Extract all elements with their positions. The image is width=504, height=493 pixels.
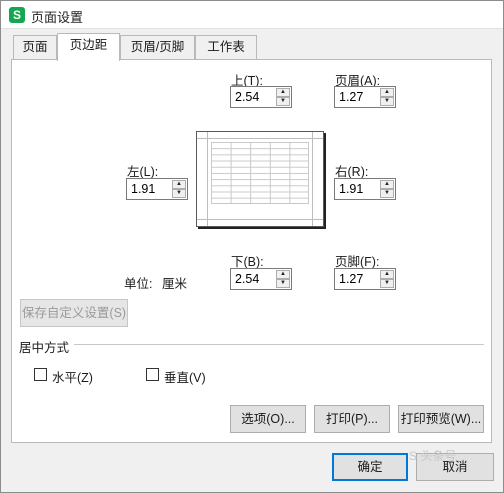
ok-button[interactable]: 确定 — [332, 453, 408, 481]
left-margin-spinner[interactable]: ▲ ▼ — [126, 178, 188, 200]
spin-up-icon[interactable]: ▲ — [276, 270, 290, 279]
wps-app-icon: S — [9, 7, 25, 23]
spin-down-icon[interactable]: ▼ — [172, 189, 186, 198]
left-margin-input[interactable] — [127, 179, 171, 199]
watermark: S 头条号 — [409, 449, 457, 463]
spin-down-icon[interactable]: ▼ — [276, 279, 290, 288]
preview-margin-line — [197, 219, 323, 220]
spin-up-icon[interactable]: ▲ — [380, 88, 394, 97]
margins-panel: 上(T): ▲ ▼ 页眉(A): ▲ ▼ 左(L): ▲ ▼ 右 — [11, 59, 492, 443]
unit-value: 厘米 — [162, 277, 188, 291]
unit-label: 单位: — [124, 277, 153, 291]
print-preview-button[interactable]: 打印预览(W)... — [398, 405, 484, 433]
bottom-margin-input[interactable] — [231, 269, 275, 289]
title-bar: S 页面设置 — [1, 1, 503, 29]
spin-up-icon[interactable]: ▲ — [380, 180, 394, 189]
horizontal-center-label: 水平(Z) — [52, 371, 93, 385]
save-custom-settings-button[interactable]: 保存自定义设置(S) — [20, 299, 128, 327]
tab-header-footer[interactable]: 页眉/页脚 — [120, 35, 195, 59]
preview-margin-line — [197, 138, 323, 139]
header-margin-spinner[interactable]: ▲ ▼ — [334, 86, 396, 108]
tab-margins[interactable]: 页边距 — [57, 33, 120, 61]
spin-down-icon[interactable]: ▼ — [380, 189, 394, 198]
bottom-margin-spinner[interactable]: ▲ ▼ — [230, 268, 292, 290]
centering-section-label: 居中方式 — [19, 341, 70, 355]
page-preview — [196, 131, 324, 227]
spin-up-icon[interactable]: ▲ — [276, 88, 290, 97]
right-margin-input[interactable] — [335, 179, 379, 199]
top-margin-input[interactable] — [231, 87, 275, 107]
footer-margin-spinner[interactable]: ▲ ▼ — [334, 268, 396, 290]
print-button[interactable]: 打印(P)... — [314, 405, 390, 433]
top-margin-spinner[interactable]: ▲ ▼ — [230, 86, 292, 108]
vertical-center-checkbox[interactable] — [146, 368, 159, 381]
page-setup-dialog: S 页面设置 页面 页边距 页眉/页脚 工作表 上(T): ▲ ▼ 页眉(A):… — [0, 0, 504, 493]
options-button[interactable]: 选项(O)... — [230, 405, 306, 433]
right-margin-spinner[interactable]: ▲ ▼ — [334, 178, 396, 200]
footer-margin-input[interactable] — [335, 269, 379, 289]
header-margin-input[interactable] — [335, 87, 379, 107]
section-divider — [74, 344, 484, 345]
tab-worksheet[interactable]: 工作表 — [195, 35, 257, 59]
tab-page[interactable]: 页面 — [13, 35, 57, 59]
vertical-center-label: 垂直(V) — [164, 371, 206, 385]
spin-down-icon[interactable]: ▼ — [380, 279, 394, 288]
spin-up-icon[interactable]: ▲ — [380, 270, 394, 279]
preview-table-grid — [211, 142, 309, 204]
dialog-title: 页面设置 — [31, 10, 84, 25]
horizontal-center-checkbox[interactable] — [34, 368, 47, 381]
spin-down-icon[interactable]: ▼ — [276, 97, 290, 106]
preview-margin-line — [312, 132, 313, 226]
preview-margin-line — [207, 132, 208, 226]
spin-up-icon[interactable]: ▲ — [172, 180, 186, 189]
spin-down-icon[interactable]: ▼ — [380, 97, 394, 106]
